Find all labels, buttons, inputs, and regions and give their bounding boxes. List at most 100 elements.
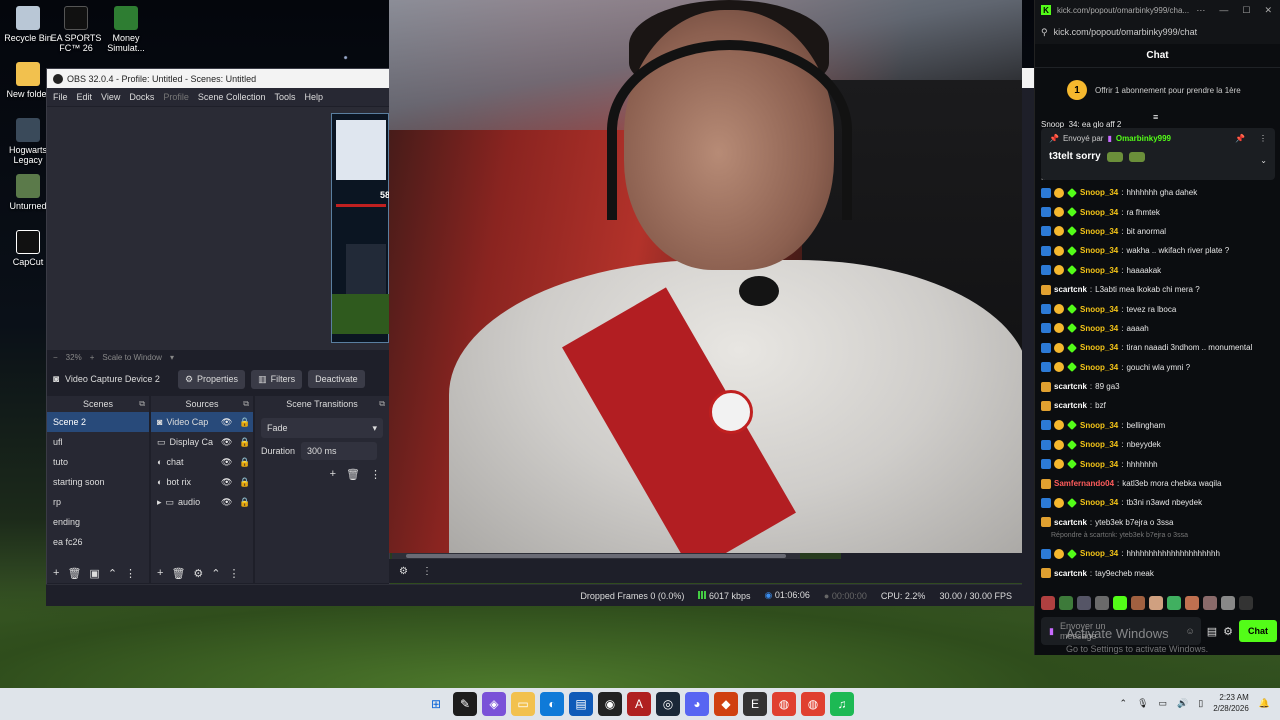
chevron-down-icon[interactable]: ⌄	[1260, 156, 1267, 165]
steam-icon[interactable]: ◎	[656, 692, 680, 716]
battery-icon[interactable]: ▯	[1198, 698, 1203, 709]
chat-username[interactable]: Snoop_34	[1080, 549, 1118, 558]
expand-icon[interactable]: ▸	[157, 497, 162, 508]
chat-username[interactable]: Snoop_34	[1080, 421, 1118, 430]
chat-message[interactable]: scartcnk: tay9echeb meak	[1041, 563, 1277, 582]
chat-message[interactable]: Snoop_34: tb3ni n3awd nbeydek	[1041, 493, 1277, 512]
scene-item[interactable]: rp	[47, 492, 149, 512]
chat-message[interactable]: Snoop_34: hhhhhhhhhhhhhhhhhhhhh	[1041, 544, 1277, 563]
source-settings-icon[interactable]: ⚙	[193, 567, 203, 580]
chat-message[interactable]: Snoop_34: tevez ra lboca	[1041, 299, 1277, 318]
chat-username[interactable]: Snoop_34	[1080, 208, 1118, 217]
chat-username[interactable]: Snoop_34	[1080, 305, 1118, 314]
emote-icon[interactable]	[1149, 596, 1163, 610]
menu-view[interactable]: View	[101, 92, 120, 102]
chat-username[interactable]: Snoop_34	[1080, 363, 1118, 372]
store-icon[interactable]: ▤	[569, 692, 593, 716]
more-icon[interactable]: ⋮	[1259, 134, 1267, 143]
eye-icon[interactable]: 👁	[221, 437, 235, 448]
adobe-icon[interactable]: A	[627, 692, 651, 716]
filters-button[interactable]: ▥ Filters	[251, 369, 303, 389]
maximize-icon[interactable]: ☐	[1242, 5, 1250, 16]
emote-icon[interactable]	[1041, 596, 1055, 610]
move-up-icon[interactable]: ⌃	[108, 567, 117, 580]
eye-icon[interactable]: 👁	[221, 497, 235, 508]
emote-icon[interactable]	[1185, 596, 1199, 610]
chat-message[interactable]: Samfernando04: katl3eb mora chebka waqila	[1041, 474, 1277, 493]
dock-undock-icon[interactable]: ⧉	[139, 399, 145, 409]
spotify-icon[interactable]: ♫	[830, 692, 854, 716]
source-item[interactable]: ◐ chat 👁 🔒	[151, 452, 253, 472]
transition-select[interactable]: Fade ▾	[261, 418, 383, 438]
chrome-icon[interactable]: ◍	[772, 692, 796, 716]
menu-edit[interactable]: Edit	[77, 92, 93, 102]
emote-icon[interactable]	[1131, 596, 1145, 610]
menu-docks[interactable]: Docks	[129, 92, 154, 102]
discord-icon[interactable]: ◕	[685, 692, 709, 716]
chat-username[interactable]: Snoop_34	[1080, 188, 1118, 197]
eye-icon[interactable]: 👁	[221, 417, 235, 428]
emote-icon[interactable]	[1095, 596, 1109, 610]
desktop-icon-ea-fc26[interactable]: EA SPORTS FC™ 26	[48, 6, 104, 53]
chat-username[interactable]: Snoop_34	[1080, 460, 1118, 469]
chat-message[interactable]: Snoop_34: hhhhhhh	[1041, 454, 1277, 473]
desktop-icon-money-simulator[interactable]: Money Simulat...	[98, 6, 154, 53]
chat-titlebar[interactable]: K kick.com/popout/omarbinky999/cha... ⋯ …	[1035, 0, 1280, 20]
emote-icon[interactable]	[1203, 596, 1217, 610]
chat-username[interactable]: scartcnk	[1054, 569, 1087, 578]
scene-item[interactable]: starting soon	[47, 472, 149, 492]
copilot-icon[interactable]: ◈	[482, 692, 506, 716]
obs-taskbar-icon[interactable]: ◉	[598, 692, 622, 716]
close-icon[interactable]: ✕	[1264, 5, 1272, 16]
chat-message[interactable]: Snoop_34: ra fhmtek	[1041, 202, 1277, 221]
site-info-icon[interactable]: ⚲	[1041, 27, 1048, 38]
lock-icon[interactable]: 🔒	[239, 477, 253, 488]
emoji-icon[interactable]: ☺	[1186, 626, 1195, 636]
scale-mode[interactable]: Scale to Window	[102, 353, 162, 362]
game-launcher-icon[interactable]: ◆	[714, 692, 738, 716]
emote-icon[interactable]	[1077, 596, 1091, 610]
add-source-icon[interactable]: +	[157, 567, 163, 579]
emote-icon[interactable]	[1059, 596, 1073, 610]
chat-message[interactable]: Snoop_34: tiran naaadi 3ndhom .. monument…	[1041, 338, 1277, 357]
remove-transition-icon[interactable]: 🗑	[346, 468, 360, 481]
windows-start-icon[interactable]: ⊞	[424, 692, 448, 716]
emote-icon[interactable]	[1113, 596, 1127, 610]
source-item[interactable]: ▭ Display Ca 👁 🔒	[151, 432, 253, 452]
menu-file[interactable]: File	[53, 92, 68, 102]
scene-item[interactable]: tuto	[47, 452, 149, 472]
chat-message[interactable]: scartcnk: bzf	[1041, 396, 1277, 415]
volume-icon[interactable]: 🔊	[1177, 698, 1188, 709]
chat-username[interactable]: Snoop_34	[1080, 266, 1118, 275]
source-item[interactable]: ◐ bot rix 👁 🔒	[151, 472, 253, 492]
emote-icon[interactable]	[1167, 596, 1181, 610]
monitor-icon[interactable]: ▭	[1159, 698, 1168, 709]
scene-item[interactable]: ending	[47, 512, 149, 532]
scene-filters-icon[interactable]: ▣	[89, 567, 99, 580]
scene-item[interactable]: Scene 2	[47, 412, 149, 432]
remove-source-icon[interactable]: 🗑	[171, 567, 185, 580]
scale-dropdown-icon[interactable]: ▾	[170, 353, 174, 362]
properties-button[interactable]: ⚙ Properties	[177, 369, 246, 389]
menu-scene-collection[interactable]: Scene Collection	[198, 92, 266, 102]
notifications-icon[interactable]: 🔔	[1259, 698, 1270, 709]
chevron-up-icon[interactable]: ⌃	[1120, 698, 1128, 709]
chat-message[interactable]: scartcnk: L3abti mea lkokab chi mera ?	[1041, 280, 1277, 299]
store-icon[interactable]: ▤	[1207, 625, 1217, 638]
chat-message[interactable]: Snoop_34: aaaah	[1041, 319, 1277, 338]
lock-icon[interactable]: 🔒	[239, 417, 253, 428]
chat-message[interactable]: Snoop_34: hhhhhhh gha dahek	[1041, 183, 1277, 202]
eye-icon[interactable]: 👁	[221, 457, 235, 468]
more-icon[interactable]: ⋮	[370, 468, 381, 481]
add-scene-icon[interactable]: +	[53, 567, 59, 579]
gift-sub-banner[interactable]: 1 Offrir 1 abonnement pour prendre la 1è…	[1035, 68, 1280, 112]
address-bar[interactable]: ⚲ kick.com/popout/omarbinky999/chat	[1035, 20, 1280, 44]
clock[interactable]: 2:23 AM 2/28/2026	[1213, 692, 1249, 714]
source-item[interactable]: ▸ ▭ audio 👁 🔒	[151, 492, 253, 512]
zoom-in-button[interactable]: +	[90, 353, 95, 362]
more-icon[interactable]: ⋮	[422, 566, 432, 577]
obs-titlebar[interactable]: OBS 32.0.4 - Profile: Untitled - Scenes:…	[47, 69, 389, 88]
send-chat-button[interactable]: Chat	[1239, 620, 1277, 642]
remove-scene-icon[interactable]: 🗑	[67, 567, 81, 580]
chat-username[interactable]: Snoop_34	[1080, 324, 1118, 333]
